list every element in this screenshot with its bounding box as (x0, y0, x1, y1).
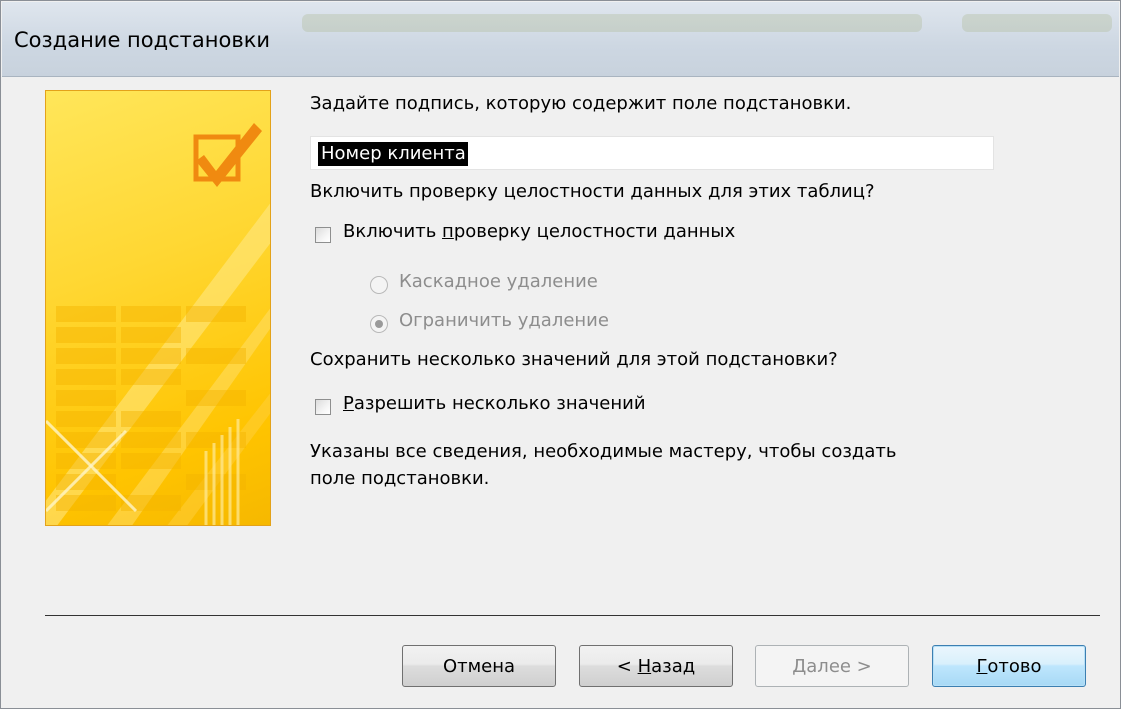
integrity-question: Включить проверку целостности данных для… (310, 181, 875, 202)
integrity-checkbox[interactable] (315, 227, 331, 243)
finish-accel: Г (976, 655, 988, 677)
wizard-illustration (45, 90, 271, 526)
integrity-label-prefix: Включить (343, 221, 443, 242)
back-accel: Н (637, 655, 652, 677)
dialog-body: Задайте подпись, которую содержит поле п… (2, 77, 1119, 707)
integrity-checkbox-label[interactable]: Включить проверку целостности данных (343, 221, 735, 242)
integrity-label-suffix: роверку целостности данных (453, 221, 736, 242)
multi-label-suffix: азрешить несколько значений (353, 393, 646, 414)
back-prefix: < (616, 655, 638, 677)
info-text-line2: поле подстановки. (310, 468, 490, 489)
background-blur (962, 14, 1112, 32)
cascade-delete-label: Каскадное удаление (399, 271, 598, 292)
multi-value-question: Сохранить несколько значений для этой по… (310, 349, 838, 370)
caption-selected-text: Номер клиента (318, 142, 468, 166)
background-blur (302, 14, 922, 32)
back-suffix: азад (651, 655, 696, 677)
integrity-label-accel: п (442, 221, 454, 242)
checkmark-in-box-icon (46, 123, 270, 525)
caption-prompt: Задайте подпись, которую содержит поле п… (310, 93, 852, 114)
next-accel: Д (792, 655, 807, 677)
finish-button[interactable]: Готово (932, 645, 1086, 687)
info-text-line1: Указаны все сведения, необходимые мастер… (310, 441, 897, 462)
multi-value-checkbox[interactable] (315, 399, 331, 415)
multi-label-accel: Р (343, 393, 354, 414)
restrict-delete-radio[interactable] (370, 315, 388, 333)
restrict-delete-label: Ограничить удаление (399, 310, 609, 331)
title-bar[interactable]: Создание подстановки (2, 2, 1119, 77)
back-button[interactable]: < Назад (579, 645, 733, 687)
lookup-wizard-dialog: Создание подстановки Задайте подпись, ко… (0, 0, 1121, 709)
caption-input[interactable]: Номер клиента (310, 136, 994, 170)
next-suffix: алее > (806, 655, 872, 677)
next-button[interactable]: Далее > (755, 645, 909, 687)
multi-value-checkbox-label[interactable]: Разрешить несколько значений (343, 393, 646, 414)
footer-separator (45, 615, 1100, 616)
cancel-button[interactable]: Отмена (402, 645, 556, 687)
cascade-delete-radio[interactable] (370, 276, 388, 294)
window-title: Создание подстановки (14, 28, 271, 52)
finish-suffix: отово (987, 655, 1042, 677)
